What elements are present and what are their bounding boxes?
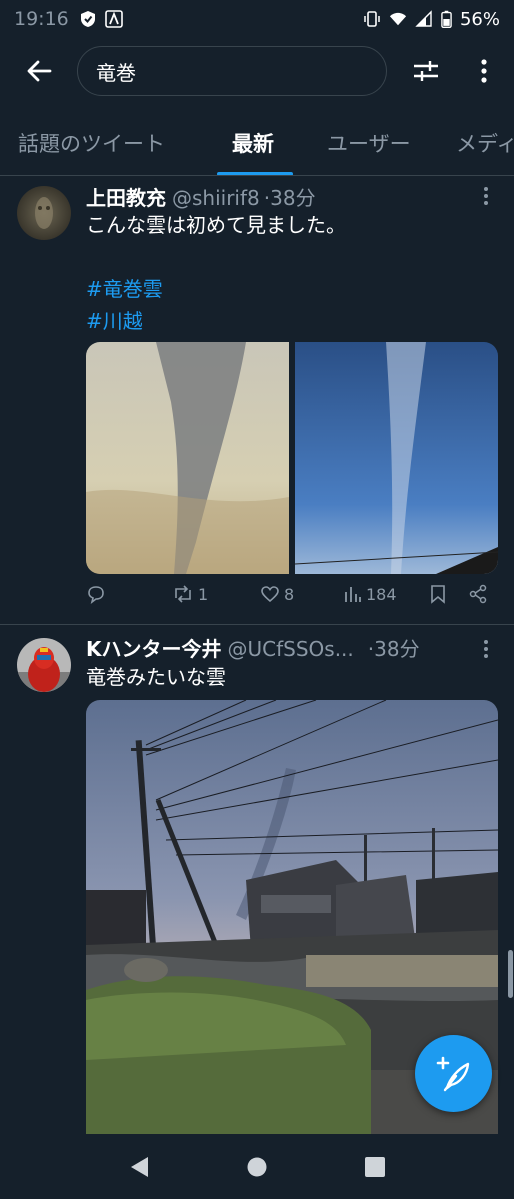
battery-icon [441,10,452,28]
tweet-time[interactable]: 38分 [270,182,315,211]
signal-icon [415,10,432,27]
view-count: 184 [366,584,397,604]
author-handle[interactable]: @UCfSSOs... [228,637,354,661]
arrow-left-icon [27,60,52,82]
tab-people[interactable]: ユーザー [327,128,411,175]
back-button[interactable] [22,54,56,88]
bookmark-icon [431,585,445,604]
avatar[interactable] [17,186,71,240]
tweet-photo-2[interactable] [294,342,498,574]
tweet-media-grid [86,342,498,574]
status-time: 19:16 [14,8,69,30]
author-name[interactable]: 上田教充 [86,182,166,211]
app-notification-icon [104,10,123,28]
retweet-count: 1 [198,584,209,604]
system-navigation-bar [0,1134,514,1199]
hashtag-link[interactable]: #竜巻雲 [86,273,346,305]
hashtag-link[interactable]: #川越 [86,305,346,337]
sliders-icon [414,61,438,81]
tweet-actions: 1 8 184 [86,584,498,614]
tweet-header: 上田教充 @shiirif8 · 38分 [86,182,316,211]
speech-bubble-icon [88,586,104,604]
like-button[interactable]: 8 [260,584,294,604]
like-count: 8 [284,584,295,604]
search-tabs: 話題のツイート 最新 ユーザー メディ [0,112,514,176]
author-handle[interactable]: @shiirif8 [172,186,260,210]
feather-plus-icon [436,1056,469,1091]
tab-media[interactable]: メディ [456,128,514,175]
shield-icon [80,11,95,27]
tweet-header: Kハンター今井 @UCfSSOs... · 38分 [86,633,420,662]
search-query: 竜巻 [96,60,136,85]
status-bar: 19:16 56% [0,0,514,38]
scrollbar-thumb[interactable] [508,950,513,998]
tweet[interactable]: 上田教充 @shiirif8 · 38分 こんな雲は初めて見ました。 #竜巻雲 … [0,176,514,624]
search-filter-button[interactable] [408,54,444,88]
back-triangle-icon[interactable] [128,1155,150,1179]
recents-square-icon[interactable] [364,1156,386,1178]
vibrate-icon [364,11,380,27]
tweet-photo-1[interactable] [86,342,289,574]
vertical-dots-icon [484,640,488,658]
views-button[interactable]: 184 [344,584,397,604]
search-header: 竜巻 [0,40,514,102]
tab-top[interactable]: 話題のツイート [18,128,165,175]
tweet-text: こんな雲は初めて見ました。 #竜巻雲 #川越 [86,209,346,337]
tweet-more-button[interactable] [476,184,496,208]
heart-icon [261,586,279,603]
share-button[interactable] [468,584,488,604]
tweet-body: 竜巻みたいな雲 [86,665,226,689]
retweet-icon [175,585,191,603]
reply-button[interactable] [86,584,106,604]
home-circle-icon[interactable] [246,1156,268,1178]
wifi-icon [389,12,407,26]
retweet-button[interactable]: 1 [172,584,208,604]
share-icon [469,584,487,604]
bar-chart-icon [345,587,361,602]
author-name[interactable]: Kハンター今井 [86,633,222,662]
tweet-body: こんな雲は初めて見ました。 [86,213,346,237]
search-input[interactable]: 竜巻 [77,46,387,96]
compose-tweet-button[interactable] [415,1035,492,1112]
bookmark-button[interactable] [430,584,446,604]
avatar[interactable] [17,638,71,692]
tweet-text: 竜巻みたいな雲 [86,661,226,693]
tweet-time[interactable]: 38分 [374,633,419,662]
tab-latest[interactable]: 最新 [232,128,274,175]
vertical-dots-icon [481,59,487,83]
vertical-dots-icon [484,187,488,205]
tweet-more-button[interactable] [476,637,496,661]
battery-percent: 56% [459,8,500,30]
header-more-button[interactable] [470,54,498,88]
